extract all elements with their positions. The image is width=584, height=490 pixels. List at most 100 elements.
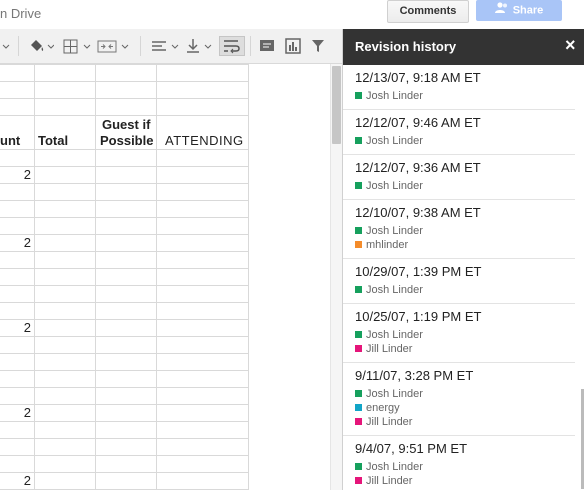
- revision-item[interactable]: 12/10/07, 9:38 AM ET Josh Linder mhlinder: [343, 200, 575, 259]
- revision-author: Josh Linder: [355, 460, 575, 474]
- revision-date: 12/12/07, 9:36 AM ET: [355, 160, 481, 175]
- author-name: Josh Linder: [366, 135, 423, 147]
- grid-row-line: [0, 251, 249, 252]
- revision-history-panel: Revision history × 12/13/07, 9:18 AM ET J…: [342, 29, 584, 490]
- grid-row-line: [0, 319, 249, 320]
- grid-row-line: [0, 302, 249, 303]
- revision-item[interactable]: 9/4/07, 9:51 PM ET Josh Linder Jill Linder: [343, 436, 575, 490]
- revision-date: 12/13/07, 9:18 AM ET: [355, 70, 481, 85]
- grid-row-line: [0, 438, 249, 439]
- author-name: Jill Linder: [366, 416, 413, 428]
- author-color-swatch: [355, 477, 362, 484]
- author-color-swatch: [355, 331, 362, 338]
- revision-date: 9/11/07, 3:28 PM ET: [355, 368, 474, 383]
- sheet-scrollbar-thumb[interactable]: [332, 66, 341, 144]
- chevron-down-icon[interactable]: [2, 37, 10, 55]
- revision-item[interactable]: 10/29/07, 1:39 PM ET Josh Linder: [343, 259, 575, 304]
- grid-row-line: [0, 183, 249, 184]
- author-color-swatch: [355, 390, 362, 397]
- author-color-swatch: [355, 227, 362, 234]
- drive-label[interactable]: n Drive: [0, 6, 41, 21]
- cell-value[interactable]: 2: [0, 167, 31, 182]
- author-name: Josh Linder: [366, 225, 423, 237]
- grid-row-line: [0, 285, 249, 286]
- revision-history-header: Revision history ×: [343, 29, 584, 65]
- cell-value[interactable]: 2: [0, 473, 31, 488]
- header-guest-line1[interactable]: Guest if: [102, 117, 150, 132]
- revision-author: energy: [355, 401, 575, 415]
- top-bar: n Drive Comments Share: [0, 0, 584, 29]
- revision-author: Josh Linder: [355, 134, 575, 148]
- revision-author: Josh Linder: [355, 179, 575, 193]
- grid-row-line: [0, 336, 249, 337]
- grid-column-line: [95, 64, 96, 490]
- insert-comment-icon[interactable]: [258, 37, 276, 55]
- share-button[interactable]: Share: [476, 0, 562, 21]
- author-color-swatch: [355, 182, 362, 189]
- borders-icon[interactable]: [62, 37, 92, 55]
- author-name: Josh Linder: [366, 388, 423, 400]
- revision-author: Jill Linder: [355, 474, 575, 488]
- cell-value[interactable]: 2: [0, 235, 31, 250]
- toolbar-divider: [140, 36, 141, 56]
- revision-date: 12/10/07, 9:38 AM ET: [355, 205, 481, 220]
- grid-column-line: [34, 64, 35, 490]
- revision-item[interactable]: 12/12/07, 9:36 AM ET Josh Linder: [343, 155, 575, 200]
- author-color-swatch: [355, 463, 362, 470]
- revision-author: Josh Linder: [355, 283, 575, 297]
- filter-icon[interactable]: [310, 37, 326, 55]
- revision-item[interactable]: 9/11/07, 3:28 PM ET Josh Linder energy Jill…: [343, 363, 575, 436]
- grid-row-line: [0, 455, 249, 456]
- grid-row-line: [0, 387, 249, 388]
- revision-author: Jill Linder: [355, 415, 575, 429]
- author-name: Josh Linder: [366, 329, 423, 341]
- grid-row-line: [0, 166, 249, 167]
- header-attending[interactable]: ATTENDING: [165, 133, 244, 148]
- revision-author: mhlinder: [355, 238, 575, 252]
- person-icon: [494, 0, 509, 21]
- align-horizontal-icon[interactable]: [150, 37, 180, 55]
- grid-row-line: [0, 115, 249, 116]
- sheet-scrollbar[interactable]: [330, 64, 342, 490]
- grid-row-line: [0, 149, 249, 150]
- author-name: energy: [366, 402, 400, 414]
- header-total[interactable]: Total: [38, 133, 68, 148]
- author-name: mhlinder: [366, 239, 409, 251]
- grid-row-line: [0, 370, 249, 371]
- close-icon[interactable]: ×: [565, 35, 576, 55]
- author-color-swatch: [355, 404, 362, 411]
- revision-item[interactable]: 10/25/07, 1:19 PM ET Josh Linder Jill Lind…: [343, 304, 575, 363]
- header-count[interactable]: unt: [0, 133, 20, 148]
- author-color-swatch: [355, 286, 362, 293]
- share-label: Share: [512, 4, 544, 17]
- author-name: Josh Linder: [366, 90, 423, 102]
- cell-value[interactable]: 2: [0, 405, 31, 420]
- header-guest-line2[interactable]: Possible: [100, 133, 153, 148]
- revision-item[interactable]: 12/13/07, 9:18 AM ET Josh Linder: [343, 65, 575, 110]
- spreadsheet-grid[interactable]: unt Total Guest if Possible ATTENDING 2 …: [0, 64, 330, 490]
- revision-author: Josh Linder: [355, 328, 575, 342]
- revision-date: 10/29/07, 1:39 PM ET: [355, 264, 482, 279]
- revision-author: Josh Linder: [355, 89, 575, 103]
- toolbar-divider: [250, 36, 251, 56]
- insert-chart-icon[interactable]: [284, 37, 302, 55]
- author-name: Josh Linder: [366, 284, 423, 296]
- author-name: Josh Linder: [366, 180, 423, 192]
- grid-row-line: [0, 81, 249, 82]
- author-name: Jill Linder: [366, 343, 413, 355]
- revision-item[interactable]: 12/12/07, 9:46 AM ET Josh Linder: [343, 110, 575, 155]
- comments-button[interactable]: Comments: [387, 0, 469, 23]
- merge-cells-icon[interactable]: [96, 37, 130, 55]
- revision-author: Jill Linder: [355, 342, 575, 356]
- cell-value[interactable]: 2: [0, 320, 31, 335]
- grid-row-line: [0, 404, 249, 405]
- author-name: Josh Linder: [366, 461, 423, 473]
- revision-history-title: Revision history: [355, 39, 457, 54]
- wrap-text-icon[interactable]: [219, 36, 245, 56]
- paint-bucket-icon[interactable]: [28, 37, 54, 55]
- revision-author: Josh Linder: [355, 224, 575, 238]
- grid-column-line: [248, 64, 249, 490]
- author-color-swatch: [355, 92, 362, 99]
- align-vertical-icon[interactable]: [185, 37, 215, 55]
- grid-column-line: [156, 64, 157, 490]
